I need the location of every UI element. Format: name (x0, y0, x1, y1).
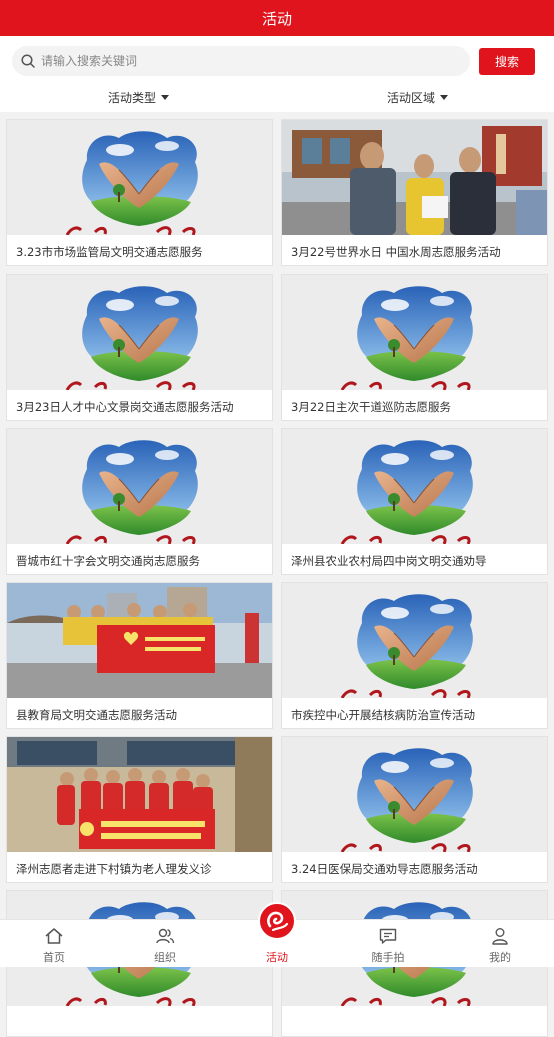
home-icon (45, 928, 63, 944)
caret-down-icon (440, 95, 449, 100)
activity-image (282, 583, 547, 698)
tab-snapshot-label: 随手拍 (371, 951, 405, 964)
tab-mine-label: 我的 (489, 951, 511, 964)
search-box[interactable] (12, 46, 470, 76)
bottom-tab-bar: 首页 组织 活动 随手拍 我的 (0, 902, 554, 967)
activity-image (282, 429, 547, 544)
caret-down-icon (161, 95, 170, 100)
activity-card[interactable]: 市疾控中心开展结核病防治宣传活动 (281, 582, 548, 729)
activity-title: 3月23日人才中心文景岗交通志愿服务活动 (16, 400, 234, 414)
search-input[interactable] (41, 54, 441, 68)
activity-title: 3.23市市场监管局文明交通志愿服务 (16, 245, 203, 259)
activity-image (7, 737, 272, 852)
activity-type-label: 活动类型 (108, 91, 157, 105)
activity-card[interactable]: 3.23市市场监管局文明交通志愿服务 (6, 119, 273, 266)
activity-title: 3.24日医保局交通劝导志愿服务活动 (291, 862, 478, 876)
activity-title: 3月22日主次干道巡防志愿服务 (291, 400, 451, 414)
tab-home-label: 首页 (43, 951, 65, 964)
page-title: 活动 (261, 9, 292, 28)
filter-bar: 活动类型 活动区域 (0, 84, 554, 112)
activity-image (282, 737, 547, 852)
activity-card[interactable]: 3.24日医保局交通劝导志愿服务活动 (281, 736, 548, 883)
activity-image (7, 275, 272, 390)
tab-home[interactable]: 首页 (24, 926, 84, 965)
search-bar: 搜索 (0, 36, 554, 84)
activity-area-filter[interactable]: 活动区域 (387, 89, 449, 106)
activity-card[interactable]: 晋城市红十字会文明交通岗志愿服务 (6, 428, 273, 575)
users-icon (156, 928, 175, 944)
activity-area-label: 活动区域 (387, 91, 436, 105)
activity-title: 3月22号世界水日 中国水周志愿服务活动 (291, 245, 501, 259)
activity-card[interactable]: 泽州县农业农村局四中岗文明交通劝导 (281, 428, 548, 575)
activity-title: 县教育局文明交通志愿服务活动 (16, 708, 177, 722)
message-square-icon (379, 928, 397, 944)
activity-image (7, 429, 272, 544)
tab-org[interactable]: 组织 (135, 926, 195, 965)
activity-card[interactable]: 3月22日主次干道巡防志愿服务 (281, 274, 548, 421)
user-icon (492, 928, 508, 945)
activity-card[interactable]: 3月22号世界水日 中国水周志愿服务活动 (281, 119, 548, 266)
activity-card[interactable]: 3月23日人才中心文景岗交通志愿服务活动 (6, 274, 273, 421)
tab-mine[interactable]: 我的 (470, 926, 530, 965)
activity-title: 泽州志愿者走进下村镇为老人理发义诊 (16, 862, 212, 876)
activity-type-filter[interactable]: 活动类型 (108, 89, 170, 106)
tab-org-label: 组织 (154, 951, 176, 964)
activity-image (7, 120, 272, 235)
search-button[interactable]: 搜索 (479, 48, 535, 75)
activity-image (282, 275, 547, 390)
search-icon (21, 54, 35, 68)
activity-image (282, 120, 547, 235)
activity-image (7, 583, 272, 698)
activity-card[interactable]: 泽州志愿者走进下村镇为老人理发义诊 (6, 736, 273, 883)
activity-title: 泽州县农业农村局四中岗文明交通劝导 (291, 554, 487, 568)
tab-snapshot[interactable]: 随手拍 (358, 926, 418, 965)
volunteer-logo-icon[interactable] (258, 902, 296, 940)
activity-title: 晋城市红十字会文明交通岗志愿服务 (16, 554, 200, 568)
app-header: 活动 (0, 0, 554, 36)
tab-activity-label: 活动 (266, 951, 288, 964)
activity-card[interactable]: 县教育局文明交通志愿服务活动 (6, 582, 273, 729)
activity-title: 市疾控中心开展结核病防治宣传活动 (291, 708, 475, 722)
